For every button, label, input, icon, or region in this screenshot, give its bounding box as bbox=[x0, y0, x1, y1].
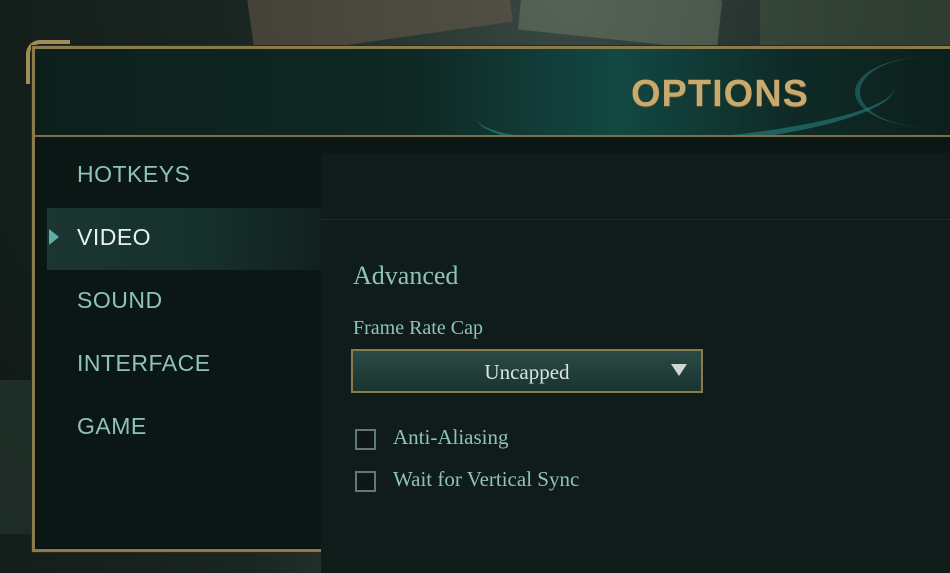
dropdown-value: Uncapped bbox=[484, 360, 570, 384]
sidebar-item-label: GAME bbox=[77, 413, 147, 439]
caret-down-icon bbox=[671, 364, 687, 376]
active-arrow-icon bbox=[49, 229, 59, 245]
anti-aliasing-checkbox[interactable] bbox=[355, 429, 376, 450]
vertical-sync-label: Wait for Vertical Sync bbox=[393, 467, 580, 491]
sidebar-item-label: HOTKEYS bbox=[77, 161, 191, 187]
window-title: OPTIONS bbox=[631, 73, 810, 115]
background-shape bbox=[760, 0, 950, 45]
video-settings-panel: Advanced Frame Rate Cap Uncapped Anti-Al… bbox=[321, 153, 950, 573]
sidebar-item-hotkeys[interactable]: HOTKEYS bbox=[47, 145, 321, 207]
frame-rate-cap-dropdown[interactable]: Uncapped bbox=[351, 349, 703, 393]
sidebar-item-sound[interactable]: SOUND bbox=[47, 271, 321, 333]
window-header: OPTIONS bbox=[35, 49, 950, 137]
sidebar-item-label: INTERFACE bbox=[77, 350, 211, 376]
background-shape bbox=[517, 0, 723, 51]
header-swoosh-decoration bbox=[855, 57, 950, 127]
sidebar-item-game[interactable]: GAME bbox=[47, 397, 321, 459]
section-title: Advanced bbox=[353, 261, 459, 290]
sidebar-item-interface[interactable]: INTERFACE bbox=[47, 334, 321, 396]
sidebar-item-label: VIDEO bbox=[77, 224, 152, 250]
content-divider bbox=[321, 219, 950, 220]
options-window: OPTIONS HOTKEYS VIDEO SOUND INTERFACE GA… bbox=[32, 46, 950, 573]
sidebar-item-video[interactable]: VIDEO bbox=[47, 208, 321, 270]
options-sidebar: HOTKEYS VIDEO SOUND INTERFACE GAME bbox=[47, 141, 321, 561]
sidebar-item-label: SOUND bbox=[77, 287, 163, 313]
vertical-sync-checkbox[interactable] bbox=[355, 471, 376, 492]
frame-rate-cap-label: Frame Rate Cap bbox=[353, 317, 483, 339]
anti-aliasing-label: Anti-Aliasing bbox=[393, 425, 509, 449]
